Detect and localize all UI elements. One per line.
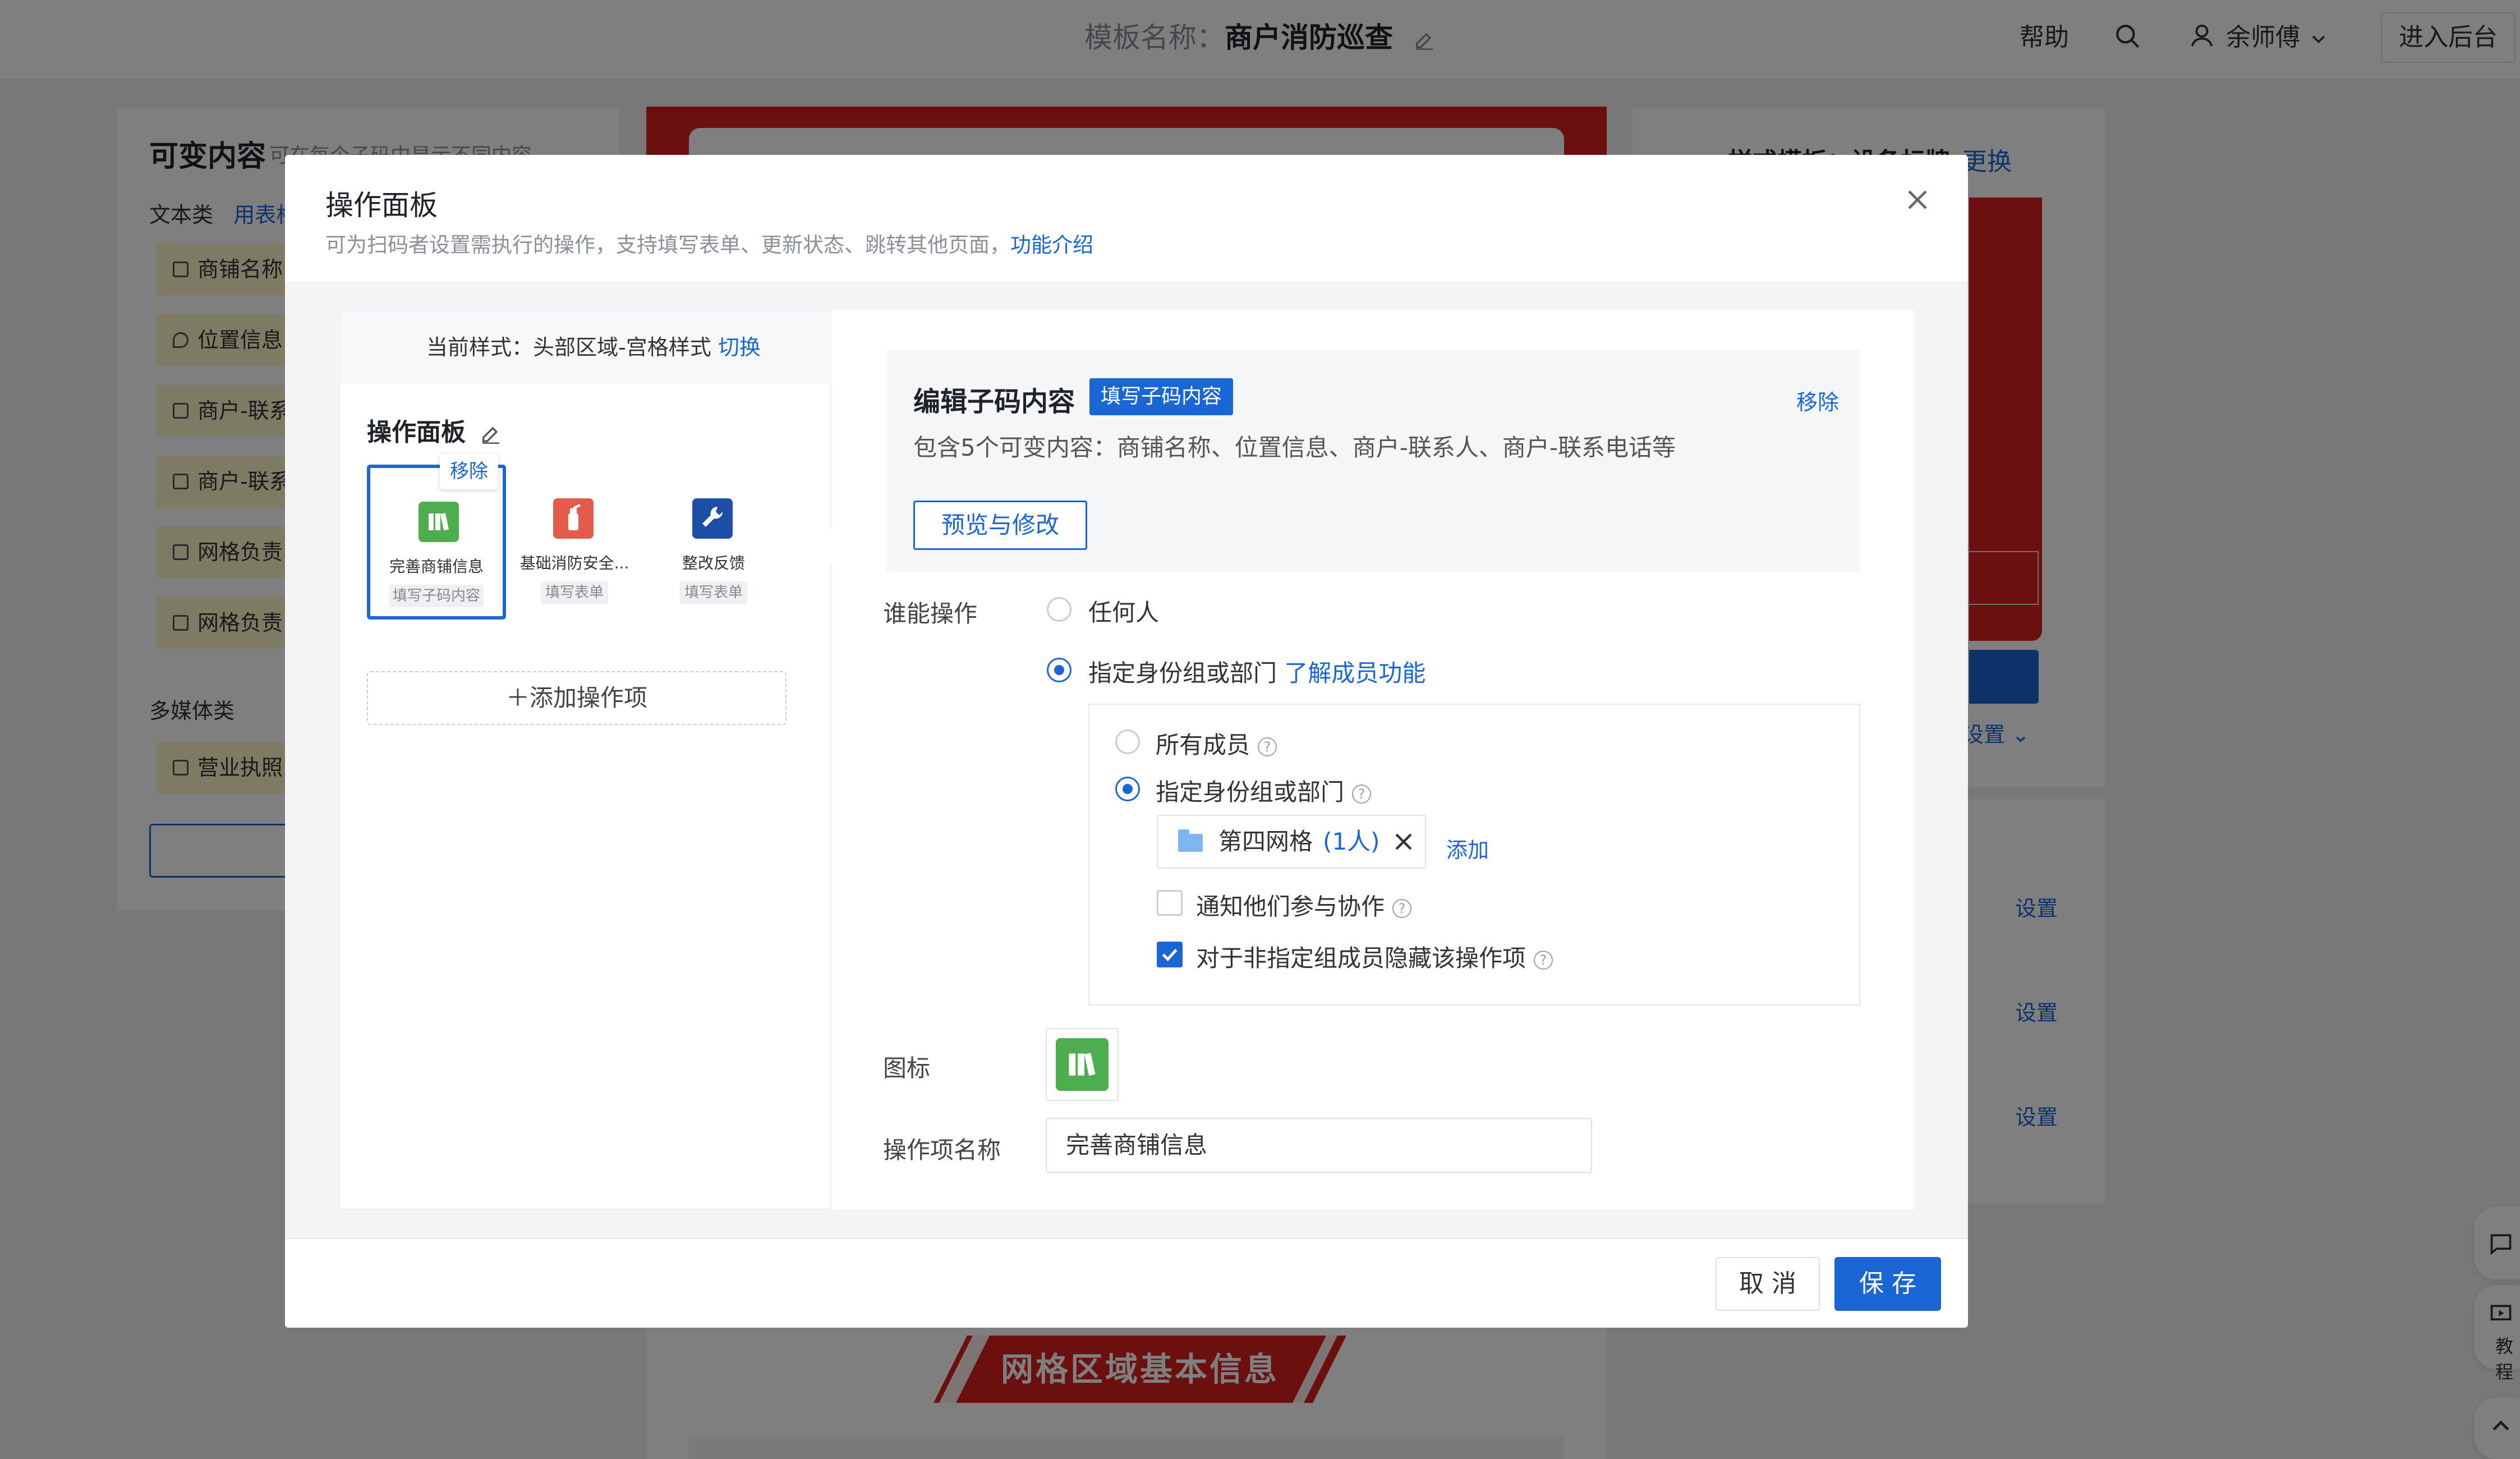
radio-specified-group[interactable]: [1047, 658, 1072, 682]
radio-anyone[interactable]: [1047, 597, 1072, 622]
folder-icon: [1178, 829, 1203, 852]
books-icon: [1056, 1038, 1109, 1091]
add-operation-button[interactable]: ＋添加操作项: [367, 671, 787, 725]
sub-group-option[interactable]: 指定身份组或部门?: [1156, 773, 1372, 808]
fire-extinguisher-icon: [553, 498, 594, 539]
operation-tile[interactable]: 整改反馈 填写表单: [644, 465, 783, 620]
edit-pen-icon[interactable]: [480, 423, 502, 445]
modal-title: 操作面板: [325, 189, 438, 222]
remove-link[interactable]: 移除: [1796, 385, 1839, 416]
operation-name-label: 操作项名称: [883, 1136, 1001, 1164]
modal-footer: 取 消 保 存: [285, 1238, 1968, 1328]
hide-checkbox[interactable]: [1157, 942, 1183, 967]
tile-tag: 填写表单: [541, 581, 608, 604]
radio-all-members[interactable]: [1115, 730, 1140, 754]
add-member-link[interactable]: 添加: [1446, 833, 1489, 864]
edit-subcode-box: 编辑子码内容 填写子码内容 移除 包含5个可变内容：商铺名称、位置信息、商户-联…: [886, 350, 1860, 572]
operation-tile[interactable]: 基础消防安全... 填写表单: [505, 465, 644, 620]
wrench-icon: [692, 498, 733, 539]
specified-group-option[interactable]: 指定身份组或部门 了解成员功能: [1088, 654, 1425, 689]
books-icon: [419, 502, 459, 542]
type-tag: 填写子码内容: [1089, 378, 1234, 415]
all-members-option[interactable]: 所有成员?: [1156, 726, 1277, 760]
group-settings-box: 所有成员? 指定身份组或部门? 第四网格 (1人) 添加 通知他们参与协作? 对于…: [1088, 704, 1860, 1006]
operation-name-input[interactable]: 完善商铺信息: [1046, 1118, 1592, 1173]
notify-label[interactable]: 通知他们参与协作?: [1196, 888, 1412, 922]
close-icon[interactable]: [1389, 827, 1418, 856]
icon-picker[interactable]: [1046, 1028, 1119, 1101]
operation-list-column: 当前样式：头部区域-宫格样式 切换 操作面板 移除 完善商铺信息 填写子码内容 …: [339, 310, 831, 1210]
help-icon[interactable]: ?: [1534, 950, 1553, 970]
remove-popup-button[interactable]: 移除: [440, 453, 498, 489]
tile-label: 完善商铺信息: [389, 557, 484, 576]
save-button[interactable]: 保 存: [1834, 1257, 1941, 1311]
member-tag: 第四网格 (1人): [1157, 815, 1426, 869]
notify-checkbox[interactable]: [1157, 890, 1183, 916]
icon-label: 图标: [883, 1054, 931, 1082]
help-icon[interactable]: ?: [1352, 784, 1372, 804]
tile-label: 整改反馈: [682, 554, 745, 572]
anyone-option-label[interactable]: 任何人: [1088, 594, 1159, 628]
member-feature-link[interactable]: 了解成员功能: [1284, 659, 1425, 687]
feature-intro-link[interactable]: 功能介绍: [1010, 233, 1093, 257]
preview-edit-button[interactable]: 预览与修改: [913, 501, 1087, 550]
who-can-operate-label: 谁能操作: [883, 600, 978, 627]
tile-tag: 填写子码内容: [389, 585, 484, 607]
hide-label[interactable]: 对于非指定组成员隐藏该操作项?: [1196, 939, 1553, 974]
switch-style-link[interactable]: 切换: [718, 335, 761, 360]
cancel-button[interactable]: 取 消: [1716, 1257, 1820, 1311]
tile-label: 基础消防安全...: [519, 554, 629, 572]
help-icon[interactable]: ?: [1392, 898, 1412, 918]
operation-detail-column: 编辑子码内容 填写子码内容 移除 包含5个可变内容：商铺名称、位置信息、商户-联…: [813, 310, 1914, 1210]
edit-title: 编辑子码内容: [913, 386, 1075, 417]
edit-description: 包含5个可变内容：商铺名称、位置信息、商户-联系人、商户-联系电话等: [913, 434, 1676, 461]
plus-icon: ＋: [505, 684, 530, 712]
close-icon[interactable]: [1901, 183, 1934, 217]
current-style: 当前样式：头部区域-宫格样式 切换: [340, 311, 831, 384]
operation-panel-modal: 操作面板 可为扫码者设置需执行的操作，支持填写表单、更新状态、跳转其他页面，功能…: [285, 155, 1968, 1328]
operation-tile-selected[interactable]: 移除 完善商铺信息 填写子码内容: [367, 453, 506, 620]
help-icon[interactable]: ?: [1258, 737, 1277, 756]
modal-subtitle: 可为扫码者设置需执行的操作，支持填写表单、更新状态、跳转其他页面，功能介绍: [325, 233, 1093, 257]
operation-panel-title: 操作面板: [367, 412, 502, 448]
radio-sub-group[interactable]: [1115, 777, 1140, 801]
tile-tag: 填写表单: [680, 581, 747, 604]
